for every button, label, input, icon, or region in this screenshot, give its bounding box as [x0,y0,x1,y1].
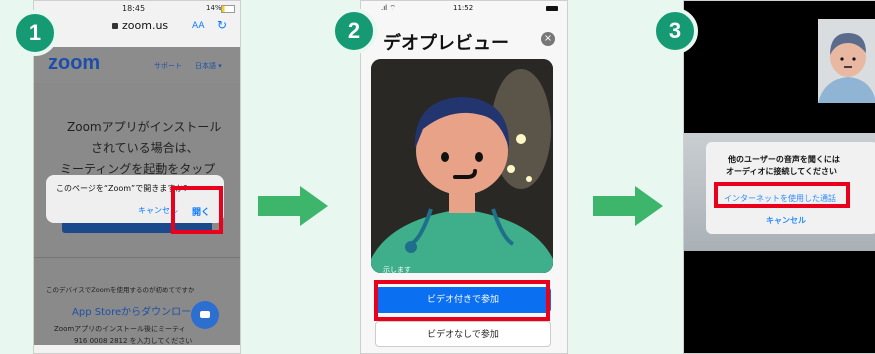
dialog-message: このページを“Zoom”で開きますか? [56,184,188,193]
appstore-link[interactable]: App Storeからダウンロード [72,303,201,318]
highlight-open-button [171,186,223,234]
nav-support-link[interactable]: サポート [154,61,182,71]
headline-line-1: Zoomアプリがインストール [67,120,222,134]
zoom-logo[interactable]: zoom [48,52,100,75]
dialog-line-1: 他のユーザーの音声を聞くには [728,155,840,164]
cancel-button[interactable]: キャンセル [766,215,806,226]
close-icon[interactable]: × [541,32,555,46]
join-without-video-button[interactable]: ビデオなしで参加 [375,321,551,347]
status-time: 11:52 [453,4,474,12]
arrow-right-icon [258,186,328,226]
video-preview-title: デオプレビュー [383,33,509,54]
battery-icon [221,5,235,13]
phone-screen-browser: 18:45 14% zoom.us AA ↻ zoom サポート 日本語 ▾ Z… [33,0,241,354]
battery-icon [546,6,558,11]
camera-preview [371,59,553,273]
self-video-thumbnail [818,19,875,103]
highlight-internet-audio [714,182,850,208]
phone-screen-meeting: 他のユーザーの音声を聞くには オーディオに接続してください インターネットを使用… [683,0,875,354]
reload-icon[interactable]: ↻ [217,18,227,32]
battery-percent: 14% [206,4,222,12]
headline-line-2: されている場合は、 [91,141,199,155]
zoom-nav: zoom サポート 日本語 ▾ [34,47,240,83]
highlight-join-with-video [374,280,550,321]
step-badge-3: 3 [652,8,698,54]
step-badge-2: 2 [331,8,377,54]
browser-header: 18:45 14% zoom.us AA ↻ [34,1,240,47]
lock-icon [112,23,118,29]
first-time-text: このデバイスでZoomを使用するのが初めてですか [46,286,195,294]
divider [34,257,240,258]
install-note: Zoomアプリのインストール後にミーティ [54,325,186,333]
chat-icon[interactable] [191,301,219,329]
status-time: 18:45 [122,4,146,13]
join-without-video-label: ビデオなしで参加 [427,330,499,340]
step-badge-1: 1 [12,10,58,56]
dialog-line-2: オーディオに接続してください [726,167,837,176]
text-size-button[interactable]: AA [192,21,205,31]
arrow-right-icon [593,186,663,226]
status-signal-icon: .ıl ⌔ [381,4,396,12]
preview-caption: 示します [383,266,411,274]
doctor-avatar [371,59,553,273]
nav-language-select[interactable]: 日本語 ▾ [195,61,222,71]
url-text[interactable]: zoom.us [122,19,168,32]
doctor-avatar-thumbnail [818,19,875,103]
